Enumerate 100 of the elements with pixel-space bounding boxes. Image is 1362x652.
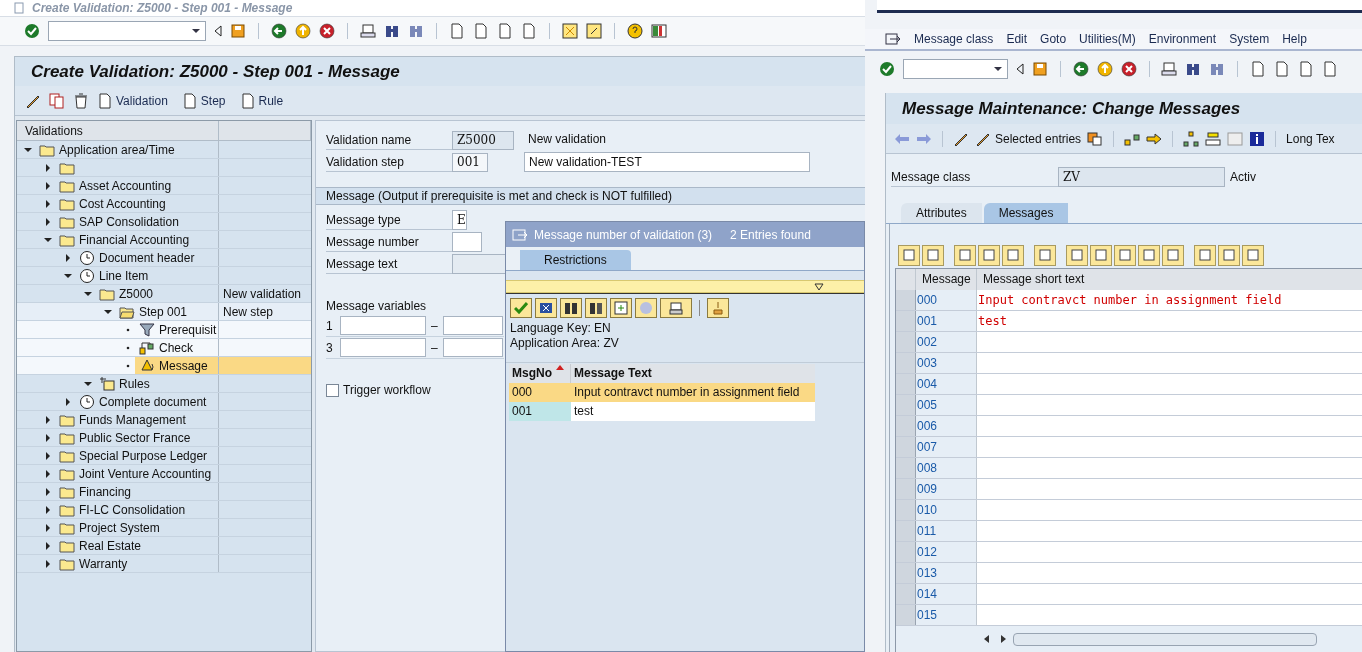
result-row[interactable]: 000 Input contravct number in assignment field bbox=[509, 383, 815, 402]
confirm-button[interactable] bbox=[510, 298, 532, 318]
menu-item[interactable]: Goto bbox=[1040, 30, 1067, 48]
page-icon[interactable] bbox=[1298, 61, 1314, 77]
cancel-button[interactable] bbox=[535, 298, 557, 318]
checkbox[interactable] bbox=[326, 383, 339, 397]
new-button[interactable] bbox=[610, 298, 632, 318]
print-button[interactable] bbox=[660, 298, 692, 318]
tree-row[interactable]: SAP Consolidation bbox=[17, 213, 311, 231]
page-icon[interactable] bbox=[1322, 61, 1338, 77]
back-icon[interactable] bbox=[1072, 61, 1089, 77]
tree-row[interactable]: Prerequisit bbox=[17, 321, 311, 339]
remove-button[interactable] bbox=[1162, 244, 1184, 266]
save-icon[interactable] bbox=[1032, 61, 1049, 77]
tree-row[interactable]: Cost Accounting bbox=[17, 195, 311, 213]
tree-row[interactable]: Z5000 New validation bbox=[17, 285, 311, 303]
result-row[interactable]: 001 test bbox=[509, 402, 815, 421]
tree-row[interactable]: Public Sector France bbox=[17, 429, 311, 447]
menu-item[interactable]: Environment bbox=[1148, 30, 1217, 48]
input-field[interactable]: E bbox=[452, 210, 467, 230]
input-field[interactable]: 001 bbox=[452, 152, 488, 172]
scrollbar[interactable] bbox=[1013, 632, 1317, 646]
exit-icon[interactable] bbox=[1096, 61, 1113, 77]
page-icon[interactable] bbox=[449, 23, 465, 39]
input-field[interactable] bbox=[442, 338, 503, 357]
selected-entries-button[interactable]: Selected entries bbox=[975, 129, 1082, 148]
menu-item[interactable]: Message class bbox=[914, 30, 994, 48]
info-icon[interactable] bbox=[1249, 130, 1266, 147]
description-field[interactable]: New validation bbox=[524, 130, 611, 150]
next-button[interactable] bbox=[978, 244, 1000, 266]
menu-item[interactable]: Edit bbox=[1006, 30, 1028, 48]
input-field[interactable]: ZV bbox=[1058, 167, 1225, 187]
tree-row[interactable]: Financing bbox=[17, 483, 311, 501]
tree-row[interactable]: Document header bbox=[17, 249, 311, 267]
page-icon[interactable] bbox=[473, 23, 489, 39]
layout-icon[interactable] bbox=[651, 23, 667, 39]
sort-icon[interactable] bbox=[556, 365, 564, 370]
paste-button[interactable] bbox=[1114, 244, 1136, 266]
filter-button[interactable] bbox=[1242, 244, 1264, 266]
refresh-button[interactable] bbox=[1002, 244, 1024, 266]
back-icon[interactable] bbox=[214, 25, 222, 37]
input-field[interactable]: Z5000 bbox=[452, 130, 514, 150]
tree-row[interactable]: Message bbox=[17, 357, 311, 375]
tree-row[interactable]: Rules bbox=[17, 375, 311, 393]
tree-row[interactable]: Financial Accounting bbox=[17, 231, 311, 249]
print-icon[interactable] bbox=[360, 23, 376, 39]
help-button[interactable] bbox=[635, 298, 657, 318]
tree-row[interactable]: Complete document bbox=[17, 393, 311, 411]
tree-row[interactable]: Line Item bbox=[17, 267, 311, 285]
find-next-button[interactable] bbox=[585, 298, 607, 318]
previous-button[interactable] bbox=[954, 244, 976, 266]
tree-row[interactable]: Funds Management bbox=[17, 411, 311, 429]
dropdown-icon[interactable] bbox=[814, 282, 824, 291]
tree-row[interactable]: Warranty bbox=[17, 555, 311, 573]
stack-icon[interactable] bbox=[1205, 130, 1222, 147]
tree-row[interactable]: Step 001 New step bbox=[17, 303, 311, 321]
page-icon[interactable] bbox=[521, 23, 537, 39]
column-header[interactable]: Message Text bbox=[571, 364, 815, 383]
cancel-icon[interactable] bbox=[319, 23, 335, 39]
copy-icon[interactable] bbox=[49, 92, 65, 109]
dropdown-icon[interactable] bbox=[191, 28, 201, 34]
command-field[interactable] bbox=[48, 21, 206, 41]
menu-item[interactable]: Utilities(M) bbox=[1079, 30, 1136, 48]
select-all-button[interactable] bbox=[898, 244, 920, 266]
column-header[interactable]: Message short text bbox=[977, 269, 1362, 290]
tab[interactable]: Messages bbox=[983, 203, 1069, 223]
tree-row[interactable]: FI-LC Consolidation bbox=[17, 501, 311, 519]
deselect-button[interactable] bbox=[922, 244, 944, 266]
tree-row[interactable]: Check bbox=[17, 339, 311, 357]
menu-item[interactable]: Help bbox=[1282, 30, 1307, 48]
tree-row[interactable]: Real Estate bbox=[17, 537, 311, 555]
input-field[interactable] bbox=[340, 338, 426, 357]
toolbar-button[interactable]: Validation bbox=[97, 91, 168, 110]
command-field[interactable] bbox=[903, 59, 1009, 79]
back-icon[interactable] bbox=[271, 23, 287, 39]
toolbar-button[interactable]: Step bbox=[181, 91, 226, 110]
input-field[interactable] bbox=[340, 316, 426, 335]
check-icon[interactable] bbox=[24, 23, 40, 39]
select-button[interactable] bbox=[1066, 244, 1088, 266]
tree-row[interactable]: Application area/Time bbox=[17, 141, 311, 159]
table-cell[interactable]: Input contravct number in assignment field bbox=[977, 290, 1362, 310]
save-icon[interactable] bbox=[230, 23, 246, 39]
copy-button[interactable] bbox=[1090, 244, 1112, 266]
tool-button[interactable] bbox=[707, 298, 729, 318]
back-icon[interactable] bbox=[1016, 63, 1025, 75]
find-button[interactable] bbox=[560, 298, 582, 318]
tab[interactable]: Restrictions bbox=[520, 250, 631, 270]
page-icon[interactable] bbox=[1274, 61, 1290, 77]
copy-icon[interactable] bbox=[1087, 130, 1104, 147]
long-text-button[interactable]: Long Tex bbox=[1286, 129, 1335, 148]
tree-row[interactable]: Special Purpose Ledger bbox=[17, 447, 311, 465]
menu-item[interactable]: System bbox=[1229, 30, 1270, 48]
input-field[interactable] bbox=[452, 232, 482, 252]
tree-row[interactable]: Asset Accounting bbox=[17, 177, 311, 195]
tree-row[interactable]: Project System bbox=[17, 519, 311, 537]
delete-button[interactable] bbox=[1034, 244, 1056, 266]
arrow-right-icon[interactable] bbox=[1146, 130, 1163, 147]
cancel-icon[interactable] bbox=[1120, 61, 1137, 77]
print-icon[interactable] bbox=[1161, 61, 1178, 77]
page-icon[interactable] bbox=[1250, 61, 1266, 77]
